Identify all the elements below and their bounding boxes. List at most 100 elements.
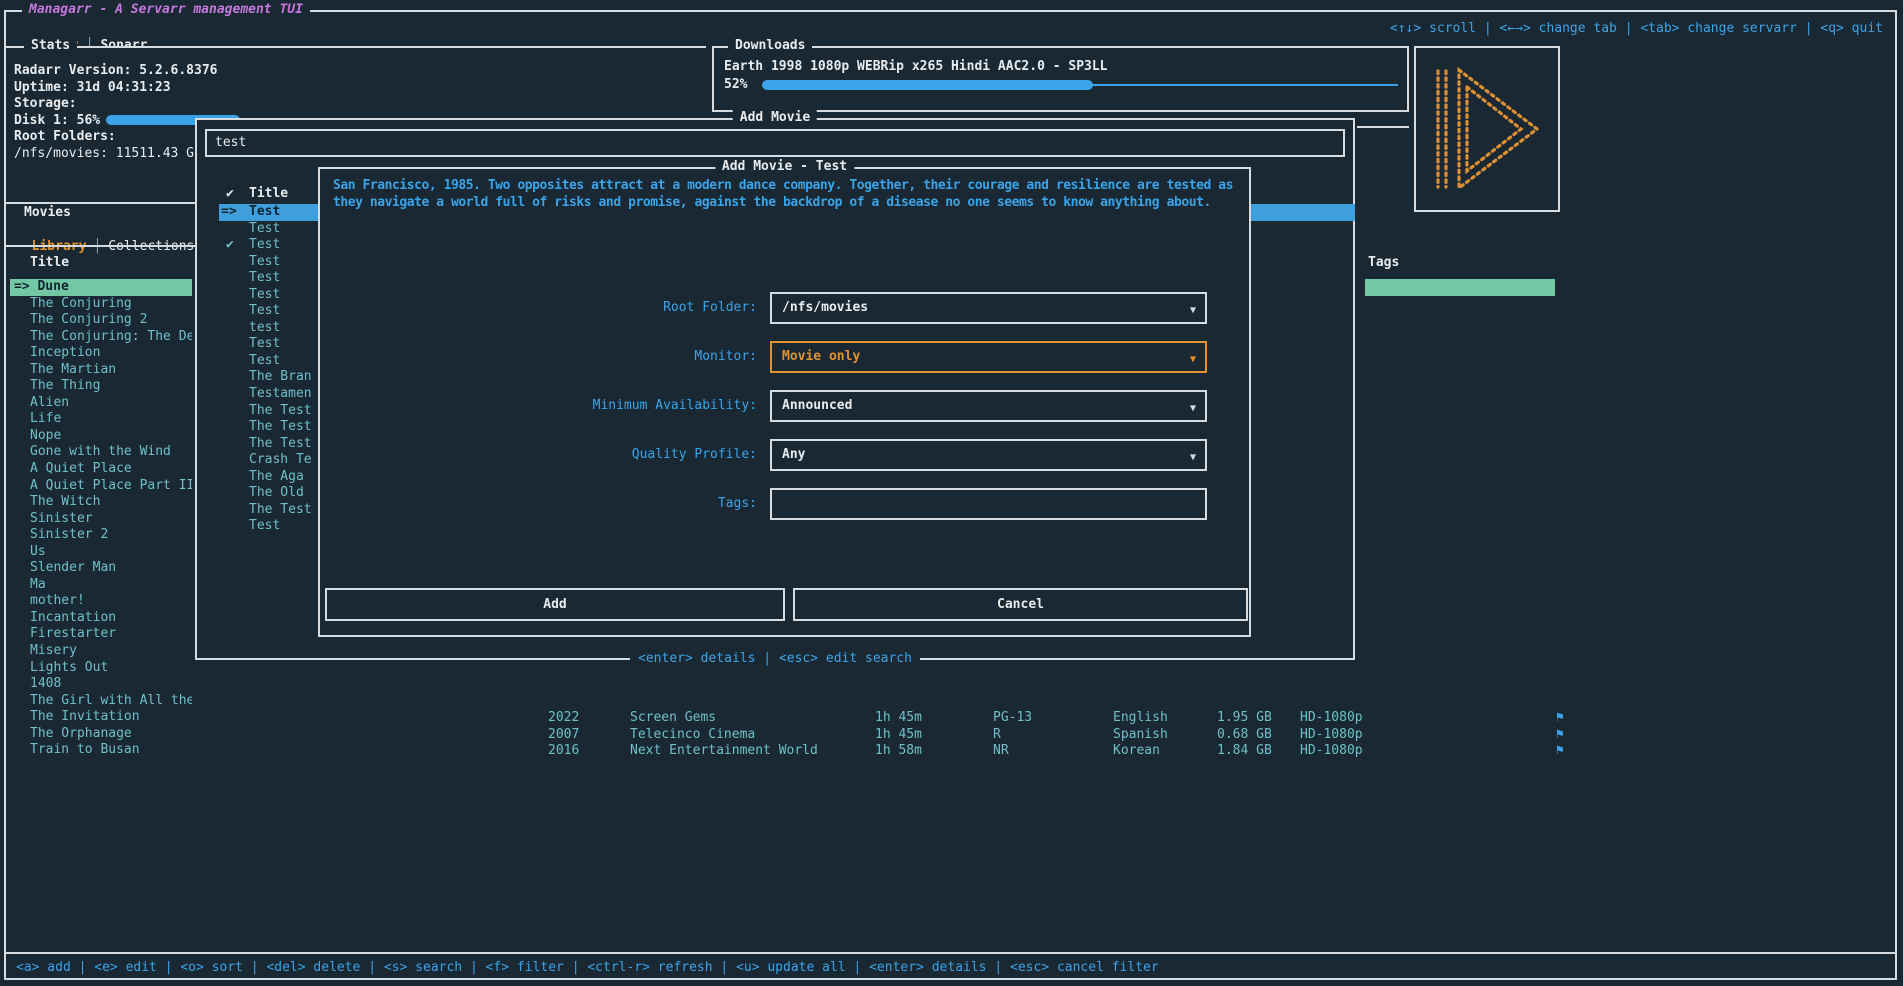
- movie-list-item[interactable]: The Girl with All the: [10, 693, 192, 710]
- row-prefix: [219, 386, 249, 403]
- movie-list-item[interactable]: Ma: [10, 577, 192, 594]
- row-prefix: [219, 469, 249, 486]
- movie-detail-row[interactable]: 2007Telecinco Cinema1h 45mRSpanish0.68 G…: [0, 726, 1903, 743]
- logo-panel: [1414, 46, 1560, 212]
- movie-list-item[interactable]: Us: [10, 544, 192, 561]
- search-result-title: The Bran: [249, 369, 312, 386]
- add-movie-popup: Add Movie - Test San Francisco, 1985. Tw…: [318, 167, 1251, 637]
- tags-input[interactable]: [782, 496, 1195, 513]
- download-item-title: Earth 1998 1080p WEBRip x265 Hindi AAC2.…: [724, 59, 1108, 76]
- movie-list-item[interactable]: The Witch: [10, 494, 192, 511]
- movie-runtime: 1h 45m: [875, 726, 922, 743]
- search-result-title: Test: [249, 237, 280, 254]
- search-result-title: The Test: [249, 403, 312, 420]
- movie-search-input[interactable]: [215, 135, 1335, 152]
- movie-list-item[interactable]: The Conjuring 2: [10, 312, 192, 329]
- movie-studio: Next Entertainment World: [630, 742, 818, 759]
- row-prefix: [219, 270, 249, 287]
- radarr-version: Radarr Version: 5.2.6.8376: [14, 63, 218, 80]
- root-folder-field: Root Folder: /nfs/movies ▼: [320, 292, 1249, 324]
- monitor-field: Monitor: Movie only ▼: [320, 341, 1249, 373]
- movie-list-item[interactable]: Slender Man: [10, 560, 192, 577]
- row-prefix: [219, 336, 249, 353]
- download-percent: 52%: [724, 77, 747, 94]
- monitor-label: Monitor:: [320, 341, 757, 373]
- row-prefix: [219, 485, 249, 502]
- title-column-header: Title: [30, 255, 69, 272]
- selected-movie-tags-cell: [1365, 279, 1555, 296]
- minimum-availability-value: Announced: [782, 398, 852, 415]
- movie-runtime: 1h 58m: [875, 742, 922, 759]
- search-result-title: Test: [249, 254, 280, 271]
- movie-list-item[interactable]: The Martian: [10, 362, 192, 379]
- movie-list-item[interactable]: Firestarter: [10, 626, 192, 643]
- search-result-title: test: [249, 320, 280, 337]
- root-folder-dropdown[interactable]: /nfs/movies ▼: [770, 292, 1207, 324]
- row-prefix: [219, 303, 249, 320]
- movie-title-list: => DuneThe ConjuringThe Conjuring 2The C…: [10, 279, 192, 759]
- movie-studio: Telecinco Cinema: [630, 726, 755, 743]
- monitored-flag-icon: ⚑: [1556, 742, 1564, 759]
- disk-usage-line: Disk 1: 56%: [14, 113, 100, 130]
- search-result-title: Test: [249, 336, 280, 353]
- search-result-title: The Old: [249, 485, 304, 502]
- quality-profile-label: Quality Profile:: [320, 439, 757, 471]
- search-result-title: The Test: [249, 502, 312, 519]
- cancel-button[interactable]: Cancel: [793, 588, 1248, 621]
- storage-label: Storage:: [14, 96, 77, 113]
- movie-list-item[interactable]: 1408: [10, 676, 192, 693]
- search-result-title: Test: [249, 221, 280, 238]
- movie-detail-row[interactable]: 2022Screen Gems1h 45mPG-13English1.95 GB…: [0, 709, 1903, 726]
- movie-list-item[interactable]: Incantation: [10, 610, 192, 627]
- chevron-down-icon: ▼: [1190, 352, 1196, 369]
- minimum-availability-dropdown[interactable]: Announced ▼: [770, 390, 1207, 422]
- quality-profile-dropdown[interactable]: Any ▼: [770, 439, 1207, 471]
- movie-list-item[interactable]: Inception: [10, 345, 192, 362]
- movie-list-item[interactable]: => Dune: [10, 279, 192, 296]
- row-prefix: [219, 287, 249, 304]
- movie-list-item[interactable]: A Quiet Place: [10, 461, 192, 478]
- search-result-title: Test: [249, 353, 280, 370]
- movie-list-item[interactable]: Sinister: [10, 511, 192, 528]
- movie-list-item[interactable]: mother!: [10, 593, 192, 610]
- monitor-dropdown[interactable]: Movie only ▼: [770, 341, 1207, 373]
- movie-list-item[interactable]: Nope: [10, 428, 192, 445]
- row-prefix: [219, 353, 249, 370]
- monitor-value: Movie only: [782, 349, 860, 366]
- root-folder-label: Root Folder:: [320, 292, 757, 324]
- stats-panel-title: Stats: [24, 38, 77, 55]
- root-folder-value: /nfs/movies: [782, 300, 868, 317]
- monitored-flag-icon: ⚑: [1556, 726, 1564, 743]
- movie-detail-row[interactable]: 2016Next Entertainment World1h 58mNRKore…: [0, 742, 1903, 759]
- root-folders-label: Root Folders:: [14, 129, 116, 146]
- movie-list-item[interactable]: Lights Out: [10, 660, 192, 677]
- movie-size: 0.68 GB: [1217, 726, 1272, 743]
- movie-list-item[interactable]: Sinister 2: [10, 527, 192, 544]
- uptime: Uptime: 31d 04:31:23: [14, 80, 171, 97]
- movie-list-item[interactable]: Life: [10, 411, 192, 428]
- row-prefix: [219, 518, 249, 535]
- movie-list-item[interactable]: Misery: [10, 643, 192, 660]
- movie-language: Spanish: [1113, 726, 1168, 743]
- movie-quality: HD-1080p: [1300, 726, 1363, 743]
- row-prefix: [219, 452, 249, 469]
- movie-list-item[interactable]: A Quiet Place Part II: [10, 478, 192, 495]
- download-progress-bar: [762, 80, 1398, 90]
- movie-list-item[interactable]: The Conjuring: [10, 296, 192, 313]
- movie-list-item[interactable]: Alien: [10, 395, 192, 412]
- search-results-title-header: Title: [249, 186, 288, 203]
- movie-language: English: [1113, 709, 1168, 726]
- footer-divider: [6, 952, 1897, 954]
- movie-certification: NR: [993, 742, 1009, 759]
- search-result-title: Testamen: [249, 386, 312, 403]
- search-result-title: Test: [249, 518, 280, 535]
- movie-list-item[interactable]: The Thing: [10, 378, 192, 395]
- download-progress-fill: [762, 80, 1093, 90]
- movie-list-item[interactable]: The Conjuring: The De: [10, 329, 192, 346]
- movie-list-item[interactable]: Gone with the Wind: [10, 444, 192, 461]
- tags-field: Tags:: [320, 488, 1249, 520]
- app-title: Managarr - A Servarr management TUI: [22, 2, 310, 19]
- row-prefix: [219, 436, 249, 453]
- movie-quality: HD-1080p: [1300, 742, 1363, 759]
- add-button[interactable]: Add: [325, 588, 785, 621]
